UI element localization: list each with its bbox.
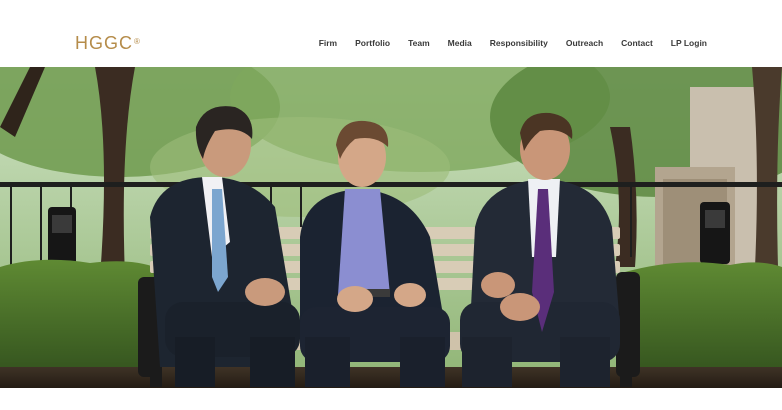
nav-lp-login[interactable]: LP Login <box>671 38 707 48</box>
nav-outreach[interactable]: Outreach <box>566 38 603 48</box>
nav-firm[interactable]: Firm <box>319 38 337 48</box>
main-nav: Firm Portfolio Team Media Responsibility… <box>301 38 707 48</box>
nav-portfolio[interactable]: Portfolio <box>355 38 390 48</box>
nav-team[interactable]: Team <box>408 38 430 48</box>
page: HGGC® Firm Portfolio Team Media Responsi… <box>0 0 782 410</box>
nav-media[interactable]: Media <box>448 38 472 48</box>
logo[interactable]: HGGC® <box>75 33 141 53</box>
site-header: HGGC® Firm Portfolio Team Media Responsi… <box>0 0 782 67</box>
registered-mark: ® <box>134 37 141 46</box>
nav-contact[interactable]: Contact <box>621 38 653 48</box>
logo-text: HGGC <box>75 33 133 53</box>
footer-strip <box>0 388 782 410</box>
nav-responsibility[interactable]: Responsibility <box>490 38 548 48</box>
hero-photo-illustration <box>0 67 782 388</box>
hero-photo <box>0 67 782 388</box>
